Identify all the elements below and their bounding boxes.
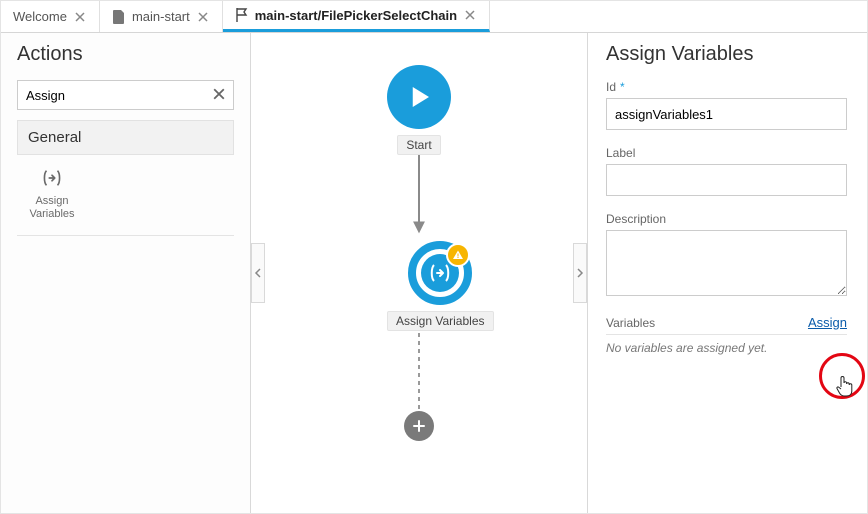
- collapse-left-icon[interactable]: [251, 243, 265, 303]
- variables-header: Variables Assign: [606, 315, 847, 335]
- tab-label: main-start: [132, 9, 190, 24]
- assign-link[interactable]: Assign: [808, 315, 847, 330]
- label-input[interactable]: [606, 164, 847, 196]
- field-label: Label: [606, 146, 847, 196]
- properties-panel: Assign Variables Id * Label Description …: [587, 33, 867, 513]
- highlight-ring: [819, 353, 865, 399]
- tab-bar: Welcome main-start main-start/FilePicker…: [1, 1, 867, 33]
- assign-node-circle: [408, 241, 472, 305]
- body: Actions General Assign Variables: [1, 33, 867, 513]
- variables-empty-text: No variables are assigned yet.: [606, 341, 847, 355]
- collapse-right-icon[interactable]: [573, 243, 587, 303]
- close-icon[interactable]: [463, 8, 477, 22]
- add-action-node[interactable]: [404, 411, 434, 441]
- tab-label: Welcome: [13, 9, 67, 24]
- tab-action-chain[interactable]: main-start/FilePickerSelectChain: [223, 1, 490, 32]
- actions-title: Actions: [1, 33, 250, 80]
- label-text: Id: [606, 80, 616, 94]
- action-chain-canvas[interactable]: Start Assign Variables: [251, 33, 587, 513]
- field-id: Id *: [606, 80, 847, 130]
- tab-label: main-start/FilePickerSelectChain: [255, 8, 457, 23]
- start-node-icon: [387, 65, 451, 129]
- node-label: Assign Variables: [387, 311, 494, 331]
- search-input[interactable]: [17, 80, 234, 110]
- tab-welcome[interactable]: Welcome: [1, 1, 100, 32]
- label-label: Label: [606, 146, 847, 160]
- description-input[interactable]: [606, 230, 847, 296]
- divider: [17, 235, 234, 236]
- id-input[interactable]: [606, 98, 847, 130]
- node-start[interactable]: Start: [387, 65, 451, 155]
- palette-item-label: Assign Variables: [29, 195, 74, 221]
- close-icon[interactable]: [73, 10, 87, 24]
- description-label: Description: [606, 212, 847, 226]
- id-label: Id *: [606, 80, 847, 94]
- palette-assign-variables[interactable]: Assign Variables: [17, 165, 87, 221]
- node-assign-variables[interactable]: Assign Variables: [387, 241, 494, 331]
- variables-label: Variables: [606, 316, 655, 330]
- properties-title: Assign Variables: [606, 43, 847, 66]
- required-indicator: *: [620, 80, 625, 94]
- actions-panel: Actions General Assign Variables: [1, 33, 251, 513]
- plus-icon: [404, 411, 434, 441]
- warning-badge-icon: [446, 243, 470, 267]
- file-icon: [112, 10, 126, 24]
- flag-icon: [235, 8, 249, 22]
- actions-palette: Assign Variables: [17, 165, 234, 221]
- pointer-cursor-icon: [835, 375, 853, 397]
- app-root: Welcome main-start main-start/FilePicker…: [0, 0, 868, 514]
- group-general[interactable]: General: [17, 120, 234, 155]
- assign-variables-icon: [39, 165, 65, 191]
- node-label: Start: [397, 135, 440, 155]
- actions-search: [17, 80, 234, 110]
- clear-search-icon[interactable]: [210, 85, 228, 103]
- field-description: Description: [606, 212, 847, 299]
- tab-main-start[interactable]: main-start: [100, 1, 223, 32]
- close-icon[interactable]: [196, 10, 210, 24]
